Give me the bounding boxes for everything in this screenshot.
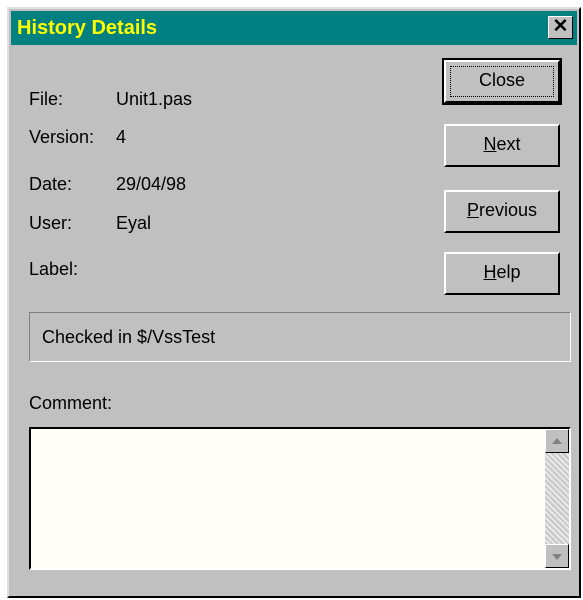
scroll-up-button[interactable]: [545, 429, 569, 453]
date-label: Date:: [29, 174, 73, 194]
scroll-track[interactable]: [545, 453, 569, 544]
next-mnemonic: N: [483, 134, 497, 154]
close-window-button[interactable]: ✕: [548, 16, 573, 39]
action-panel: Checked in $/VssTest: [29, 312, 571, 362]
user-value: Eyal: [116, 213, 152, 233]
comment-label: Comment:: [29, 393, 113, 413]
next-button-label: ext: [496, 134, 521, 154]
date-value: 29/04/98: [116, 174, 187, 194]
history-details-dialog: History Details ✕ File: Unit1.pas Versio…: [7, 7, 581, 598]
scroll-up-arrow-icon: [552, 438, 562, 444]
scroll-down-button[interactable]: [545, 544, 569, 568]
close-icon: ✕: [552, 16, 569, 37]
previous-button-label: revious: [478, 200, 538, 220]
action-text: Checked in $/VssTest: [42, 327, 216, 347]
help-button[interactable]: Help: [444, 252, 560, 295]
scroll-down-arrow-icon: [552, 554, 562, 560]
focus-rectangle: [450, 66, 554, 97]
help-button-label: elp: [496, 262, 521, 282]
previous-button[interactable]: Previous: [444, 190, 560, 233]
version-label: Version:: [29, 127, 95, 147]
file-value: Unit1.pas: [116, 89, 193, 109]
file-label: File:: [29, 89, 64, 109]
comment-textarea[interactable]: [29, 427, 571, 570]
dialog-title: History Details: [17, 17, 158, 39]
close-button[interactable]: Close: [442, 58, 562, 105]
user-label: User:: [29, 213, 73, 233]
help-mnemonic: H: [483, 262, 497, 282]
next-button[interactable]: Next: [444, 124, 560, 167]
title-bar[interactable]: History Details ✕: [11, 11, 577, 45]
label-label: Label:: [29, 259, 79, 279]
previous-mnemonic: P: [466, 200, 479, 220]
comment-scrollbar[interactable]: [545, 429, 569, 568]
version-value: 4: [116, 127, 127, 147]
